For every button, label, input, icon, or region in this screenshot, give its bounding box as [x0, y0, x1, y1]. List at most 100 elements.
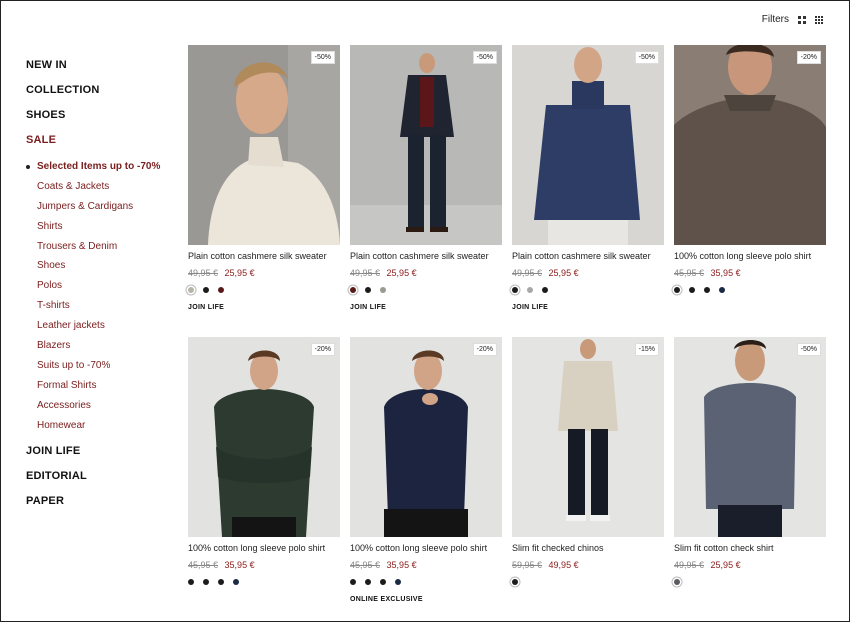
color-swatch[interactable]: [188, 287, 194, 293]
product-image[interactable]: -20%: [350, 337, 502, 537]
product-card[interactable]: -20% 100% cotton long sleeve polo shirt …: [350, 337, 502, 615]
nav-sale[interactable]: SALE: [26, 134, 176, 159]
sub-shoes[interactable]: Shoes: [26, 260, 176, 280]
nav-join-life[interactable]: JOIN LIFE: [26, 445, 176, 470]
product-image[interactable]: -15%: [512, 337, 664, 537]
product-name[interactable]: Slim fit cotton check shirt: [674, 543, 826, 553]
price-row: 49,95 € 25,95 €: [188, 268, 340, 278]
nav-shoes[interactable]: SHOES: [26, 109, 176, 134]
discount-badge: -15%: [634, 343, 659, 356]
product-image[interactable]: -20%: [188, 337, 340, 537]
product-card[interactable]: -15% Slim fit checked chinos 59,95 € 49,…: [512, 337, 664, 615]
sale-price: 25,95 €: [224, 268, 255, 278]
sub-accessories[interactable]: Accessories: [26, 400, 176, 420]
product-image[interactable]: -50%: [674, 337, 826, 537]
color-swatch[interactable]: [512, 287, 518, 293]
price-row: 49,95 € 25,95 €: [512, 268, 664, 278]
product-name[interactable]: Plain cotton cashmere silk sweater: [188, 251, 340, 261]
color-swatch[interactable]: [218, 579, 224, 585]
sub-jumpers-cardigans[interactable]: Jumpers & Cardigans: [26, 201, 176, 221]
color-swatch[interactable]: [350, 287, 356, 293]
sale-price: 49,95 €: [548, 560, 579, 570]
product-grid: -50% Plain cotton cashmere silk sweater …: [188, 45, 826, 615]
color-swatch[interactable]: [365, 287, 371, 293]
filters-button[interactable]: Filters: [762, 14, 789, 25]
color-swatch[interactable]: [704, 287, 710, 293]
sub-blazers[interactable]: Blazers: [26, 340, 176, 360]
product-name[interactable]: 100% cotton long sleeve polo shirt: [188, 543, 340, 553]
color-swatch[interactable]: [542, 287, 548, 293]
original-price: 49,95 €: [674, 560, 705, 570]
color-swatch[interactable]: [218, 287, 224, 293]
product-image[interactable]: -50%: [350, 45, 502, 245]
sub-polos[interactable]: Polos: [26, 280, 176, 300]
sub-suits[interactable]: Suits up to -70%: [26, 360, 176, 380]
product-card[interactable]: -50% Plain cotton cashmere silk sweater …: [188, 45, 340, 323]
color-swatch[interactable]: [188, 579, 194, 585]
sub-trousers-denim[interactable]: Trousers & Denim: [26, 241, 176, 261]
color-swatch[interactable]: [350, 579, 356, 585]
original-price: 49,95 €: [188, 268, 219, 278]
sale-price: 35,95 €: [386, 560, 417, 570]
product-tag: JOIN LIFE: [512, 304, 549, 311]
nav-new-in[interactable]: NEW IN: [26, 59, 176, 84]
color-swatches: [674, 286, 826, 294]
sub-homewear[interactable]: Homewear: [26, 420, 176, 440]
price-row: 45,95 € 35,95 €: [188, 560, 340, 570]
product-name[interactable]: Plain cotton cashmere silk sweater: [350, 251, 502, 261]
discount-badge: -20%: [472, 343, 497, 356]
original-price: 49,95 €: [512, 268, 543, 278]
discount-badge: -20%: [310, 343, 335, 356]
product-card[interactable]: -50% Plain cotton cashmere silk sweater …: [512, 45, 664, 323]
color-swatch[interactable]: [203, 579, 209, 585]
sub-t-shirts[interactable]: T-shirts: [26, 300, 176, 320]
product-card[interactable]: -50% Slim fit cotton check shirt 49,95 €…: [674, 337, 826, 615]
nav-paper[interactable]: PAPER: [26, 495, 176, 520]
product-card[interactable]: -20% 100% cotton long sleeve polo shirt …: [674, 45, 826, 323]
discount-badge: -50%: [634, 51, 659, 64]
sub-selected-items[interactable]: Selected Items up to -70%: [26, 161, 176, 181]
discount-badge: -20%: [796, 51, 821, 64]
sale-price: 25,95 €: [710, 560, 741, 570]
color-swatch[interactable]: [719, 287, 725, 293]
sub-coats-jackets[interactable]: Coats & Jackets: [26, 181, 176, 201]
discount-badge: -50%: [472, 51, 497, 64]
color-swatch[interactable]: [233, 579, 239, 585]
color-swatch[interactable]: [395, 579, 401, 585]
product-card[interactable]: -50% Plain cotton cashmere silk sweater …: [350, 45, 502, 323]
grid-2-view-icon[interactable]: [798, 15, 806, 24]
sub-formal-shirts[interactable]: Formal Shirts: [26, 380, 176, 400]
color-swatch[interactable]: [512, 579, 518, 585]
color-swatch[interactable]: [380, 287, 386, 293]
price-row: 59,95 € 49,95 €: [512, 560, 664, 570]
color-swatch[interactable]: [527, 287, 533, 293]
product-name[interactable]: 100% cotton long sleeve polo shirt: [350, 543, 502, 553]
product-name[interactable]: Plain cotton cashmere silk sweater: [512, 251, 664, 261]
color-swatches: [188, 286, 340, 294]
color-swatch[interactable]: [380, 579, 386, 585]
sub-leather-jackets[interactable]: Leather jackets: [26, 320, 176, 340]
product-image[interactable]: -20%: [674, 45, 826, 245]
product-image[interactable]: -50%: [512, 45, 664, 245]
color-swatch[interactable]: [674, 287, 680, 293]
product-card[interactable]: -20% 100% cotton long sleeve polo shirt …: [188, 337, 340, 615]
color-swatches: [350, 286, 502, 294]
nav-collection[interactable]: COLLECTION: [26, 84, 176, 109]
product-tag: JOIN LIFE: [350, 304, 387, 311]
price-row: 45,95 € 35,95 €: [674, 268, 826, 278]
color-swatch[interactable]: [689, 287, 695, 293]
original-price: 45,95 €: [188, 560, 219, 570]
sub-shirts[interactable]: Shirts: [26, 221, 176, 241]
sale-price: 35,95 €: [224, 560, 255, 570]
original-price: 59,95 €: [512, 560, 543, 570]
product-name[interactable]: 100% cotton long sleeve polo shirt: [674, 251, 826, 261]
grid-3-view-icon[interactable]: [815, 15, 823, 24]
nav-editorial[interactable]: EDITORIAL: [26, 470, 176, 495]
color-swatch[interactable]: [203, 287, 209, 293]
product-name[interactable]: Slim fit checked chinos: [512, 543, 664, 553]
color-swatch[interactable]: [365, 579, 371, 585]
product-tag: ONLINE EXCLUSIVE: [350, 596, 423, 603]
color-swatch[interactable]: [674, 579, 680, 585]
product-image[interactable]: -50%: [188, 45, 340, 245]
original-price: 45,95 €: [350, 560, 381, 570]
